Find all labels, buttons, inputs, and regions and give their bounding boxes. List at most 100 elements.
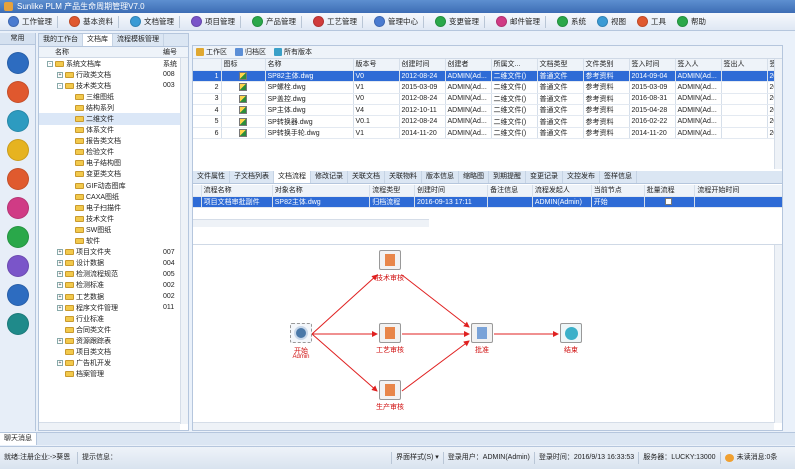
tree-expander-icon[interactable]: +: [57, 71, 63, 78]
doc-row[interactable]: 6 SP转换手轮.dwg V1 2014-11-20 ADMIN(Ad... 二维文件()…: [193, 127, 774, 140]
unread-messages[interactable]: 未读消息:0条: [721, 452, 782, 464]
doc-toolbar-all-versions-button[interactable]: 所有版本: [274, 47, 312, 57]
doc-row[interactable]: 1 SP82主体.dwg V0 2012-08-24 ADMIN(Ad... 二维文件()…: [193, 70, 774, 83]
tree-item[interactable]: + 检测流程规范 005: [39, 269, 188, 280]
chat-messages-tab[interactable]: 聊天消息: [0, 433, 37, 445]
tab-detail-0[interactable]: 文件属性: [193, 171, 230, 183]
toolbar-button-help[interactable]: 帮助: [673, 14, 710, 29]
tree-expander-icon[interactable]: +: [57, 260, 63, 267]
tree-expander-icon[interactable]: +: [57, 337, 63, 344]
tab-detail-11[interactable]: 签样信息: [600, 171, 637, 183]
tree-item[interactable]: 结构系列: [39, 102, 188, 113]
toolbar-button-info[interactable]: 基本资料: [65, 14, 123, 29]
tree-item[interactable]: 档案管理: [39, 369, 188, 380]
flow-column-header[interactable]: 当前节点: [591, 185, 645, 197]
tree-item[interactable]: 报告类文档: [39, 136, 188, 147]
tab-tree-0[interactable]: 我的工作台: [39, 34, 83, 46]
ui-style-dropdown[interactable]: 界面样式(S) ▾: [392, 452, 444, 464]
batch-flow-checkbox[interactable]: [664, 197, 672, 205]
tree-col-code[interactable]: 编号: [163, 47, 177, 57]
tree-item[interactable]: GIF动态图库: [39, 180, 188, 191]
diagram-horizontal-scrollbar[interactable]: [193, 422, 774, 430]
tab-detail-9[interactable]: 变更记录: [526, 171, 563, 183]
doc-column-header[interactable]: 所属文...: [491, 59, 538, 71]
tab-detail-2[interactable]: 文档流程: [274, 171, 311, 183]
tree-item[interactable]: 电子扫描件: [39, 202, 188, 213]
doc-column-header[interactable]: 版本号: [353, 59, 400, 71]
quick-network-button[interactable]: [6, 110, 29, 132]
tree-item[interactable]: + 设计数据 004: [39, 258, 188, 269]
diagram-vertical-scrollbar[interactable]: [774, 245, 782, 423]
tree-item[interactable]: - 技术类文档 003: [39, 80, 188, 91]
quick-card-button[interactable]: [6, 139, 29, 161]
toolbar-button-work[interactable]: 工作管理: [4, 14, 62, 29]
toolbar-button-system[interactable]: 系统: [553, 14, 590, 29]
toolbar-button-mail[interactable]: 邮件管理: [492, 14, 550, 29]
tree-item[interactable]: 变更类文档: [39, 169, 188, 180]
toolbar-button-product[interactable]: 产品管理: [248, 14, 306, 29]
toolbar-button-document[interactable]: 文档管理: [126, 14, 184, 29]
tree-item[interactable]: 检验文件: [39, 147, 188, 158]
tree-expander-icon[interactable]: +: [57, 304, 63, 311]
quick-org-button[interactable]: [6, 52, 29, 74]
tree-item[interactable]: + 程序文件管理 011: [39, 302, 188, 313]
doc-column-header[interactable]: 名称: [265, 59, 354, 71]
toolbar-button-process[interactable]: 工艺管理: [309, 14, 367, 29]
doc-row[interactable]: 4 SP主体.dwg V4 2012-10-11 ADMIN(Ad... 二维文件() 普通…: [193, 104, 774, 117]
tree-item[interactable]: + 项目文件夹 007: [39, 247, 188, 258]
document-vertical-scrollbar[interactable]: [774, 59, 782, 169]
toolbar-button-tools[interactable]: 工具: [633, 14, 670, 29]
quick-database-button[interactable]: [6, 284, 29, 306]
quick-clipboard-button[interactable]: [6, 226, 29, 248]
tree-expander-icon[interactable]: +: [57, 249, 63, 256]
tree-item[interactable]: + 工艺数据 002: [39, 291, 188, 302]
tree-item[interactable]: - 系统文档库 系统: [39, 58, 188, 69]
doc-column-header[interactable]: 创建时间: [399, 59, 446, 71]
tree-expander-icon[interactable]: -: [47, 60, 53, 67]
tree-expander-icon[interactable]: +: [57, 360, 63, 367]
tab-detail-3[interactable]: 修改记录: [311, 171, 348, 183]
doc-toolbar-workspace-button[interactable]: 工作区: [196, 47, 227, 57]
tree-expander-icon[interactable]: +: [57, 282, 63, 289]
flow-column-header[interactable]: [193, 185, 202, 197]
tree-item[interactable]: CAXA图纸: [39, 191, 188, 202]
flow-column-header[interactable]: 对象名称: [272, 185, 371, 197]
doc-column-header[interactable]: 文档类型: [537, 59, 584, 71]
doc-column-header[interactable]: [193, 59, 222, 71]
tree-item[interactable]: 三维图纸: [39, 91, 188, 102]
doc-column-header[interactable]: 签: [767, 59, 774, 71]
doc-column-header[interactable]: 文件类别: [583, 59, 630, 71]
flow-column-header[interactable]: 流程类型: [369, 185, 415, 197]
doc-column-header[interactable]: 创建者: [445, 59, 492, 71]
tree-item[interactable]: SW图纸: [39, 224, 188, 235]
tab-detail-5[interactable]: 关联物料: [385, 171, 422, 183]
tab-detail-7[interactable]: 缩略图: [459, 171, 489, 183]
flow-row[interactable]: 项目文档审批副件 SP82主体.dwg 归档流程 2016-09-13 17:11 AD…: [193, 196, 782, 209]
tab-detail-1[interactable]: 子文档列表: [230, 171, 274, 183]
tree-item[interactable]: + 广告机开发: [39, 358, 188, 369]
tree-item[interactable]: 体系文件: [39, 125, 188, 136]
toolbar-button-admin[interactable]: 管理中心: [370, 14, 428, 29]
tree-vertical-scrollbar[interactable]: [180, 58, 188, 424]
toolbar-button-project[interactable]: 项目管理: [187, 14, 245, 29]
flow-column-header[interactable]: 流程开始时间: [694, 185, 782, 197]
tree-expander-icon[interactable]: +: [57, 271, 63, 278]
tab-tree-2[interactable]: 流程模板管理: [113, 34, 164, 46]
flow-grid-scrollbar[interactable]: [193, 219, 429, 227]
quick-list-button[interactable]: [6, 255, 29, 277]
tab-detail-4[interactable]: 关联文档: [348, 171, 385, 183]
tree-item[interactable]: 合同类文件: [39, 324, 188, 335]
tree-item[interactable]: 行业标准: [39, 313, 188, 324]
doc-toolbar-archive-button[interactable]: 归档区: [235, 47, 266, 57]
toolbar-button-change[interactable]: 变更管理: [431, 14, 489, 29]
quick-pencil-button[interactable]: [6, 168, 29, 190]
flow-column-header[interactable]: 流程发起人: [532, 185, 592, 197]
tree-item[interactable]: + 行政类文档 008: [39, 69, 188, 80]
quick-form-button[interactable]: [6, 197, 29, 219]
tab-detail-10[interactable]: 文控发布: [563, 171, 600, 183]
quick-settings-button[interactable]: [6, 81, 29, 103]
start-node[interactable]: [290, 323, 312, 343]
tree-item[interactable]: 技术文件: [39, 213, 188, 224]
doc-column-header[interactable]: 签入人: [675, 59, 722, 71]
toolbar-button-view[interactable]: 视图: [593, 14, 630, 29]
